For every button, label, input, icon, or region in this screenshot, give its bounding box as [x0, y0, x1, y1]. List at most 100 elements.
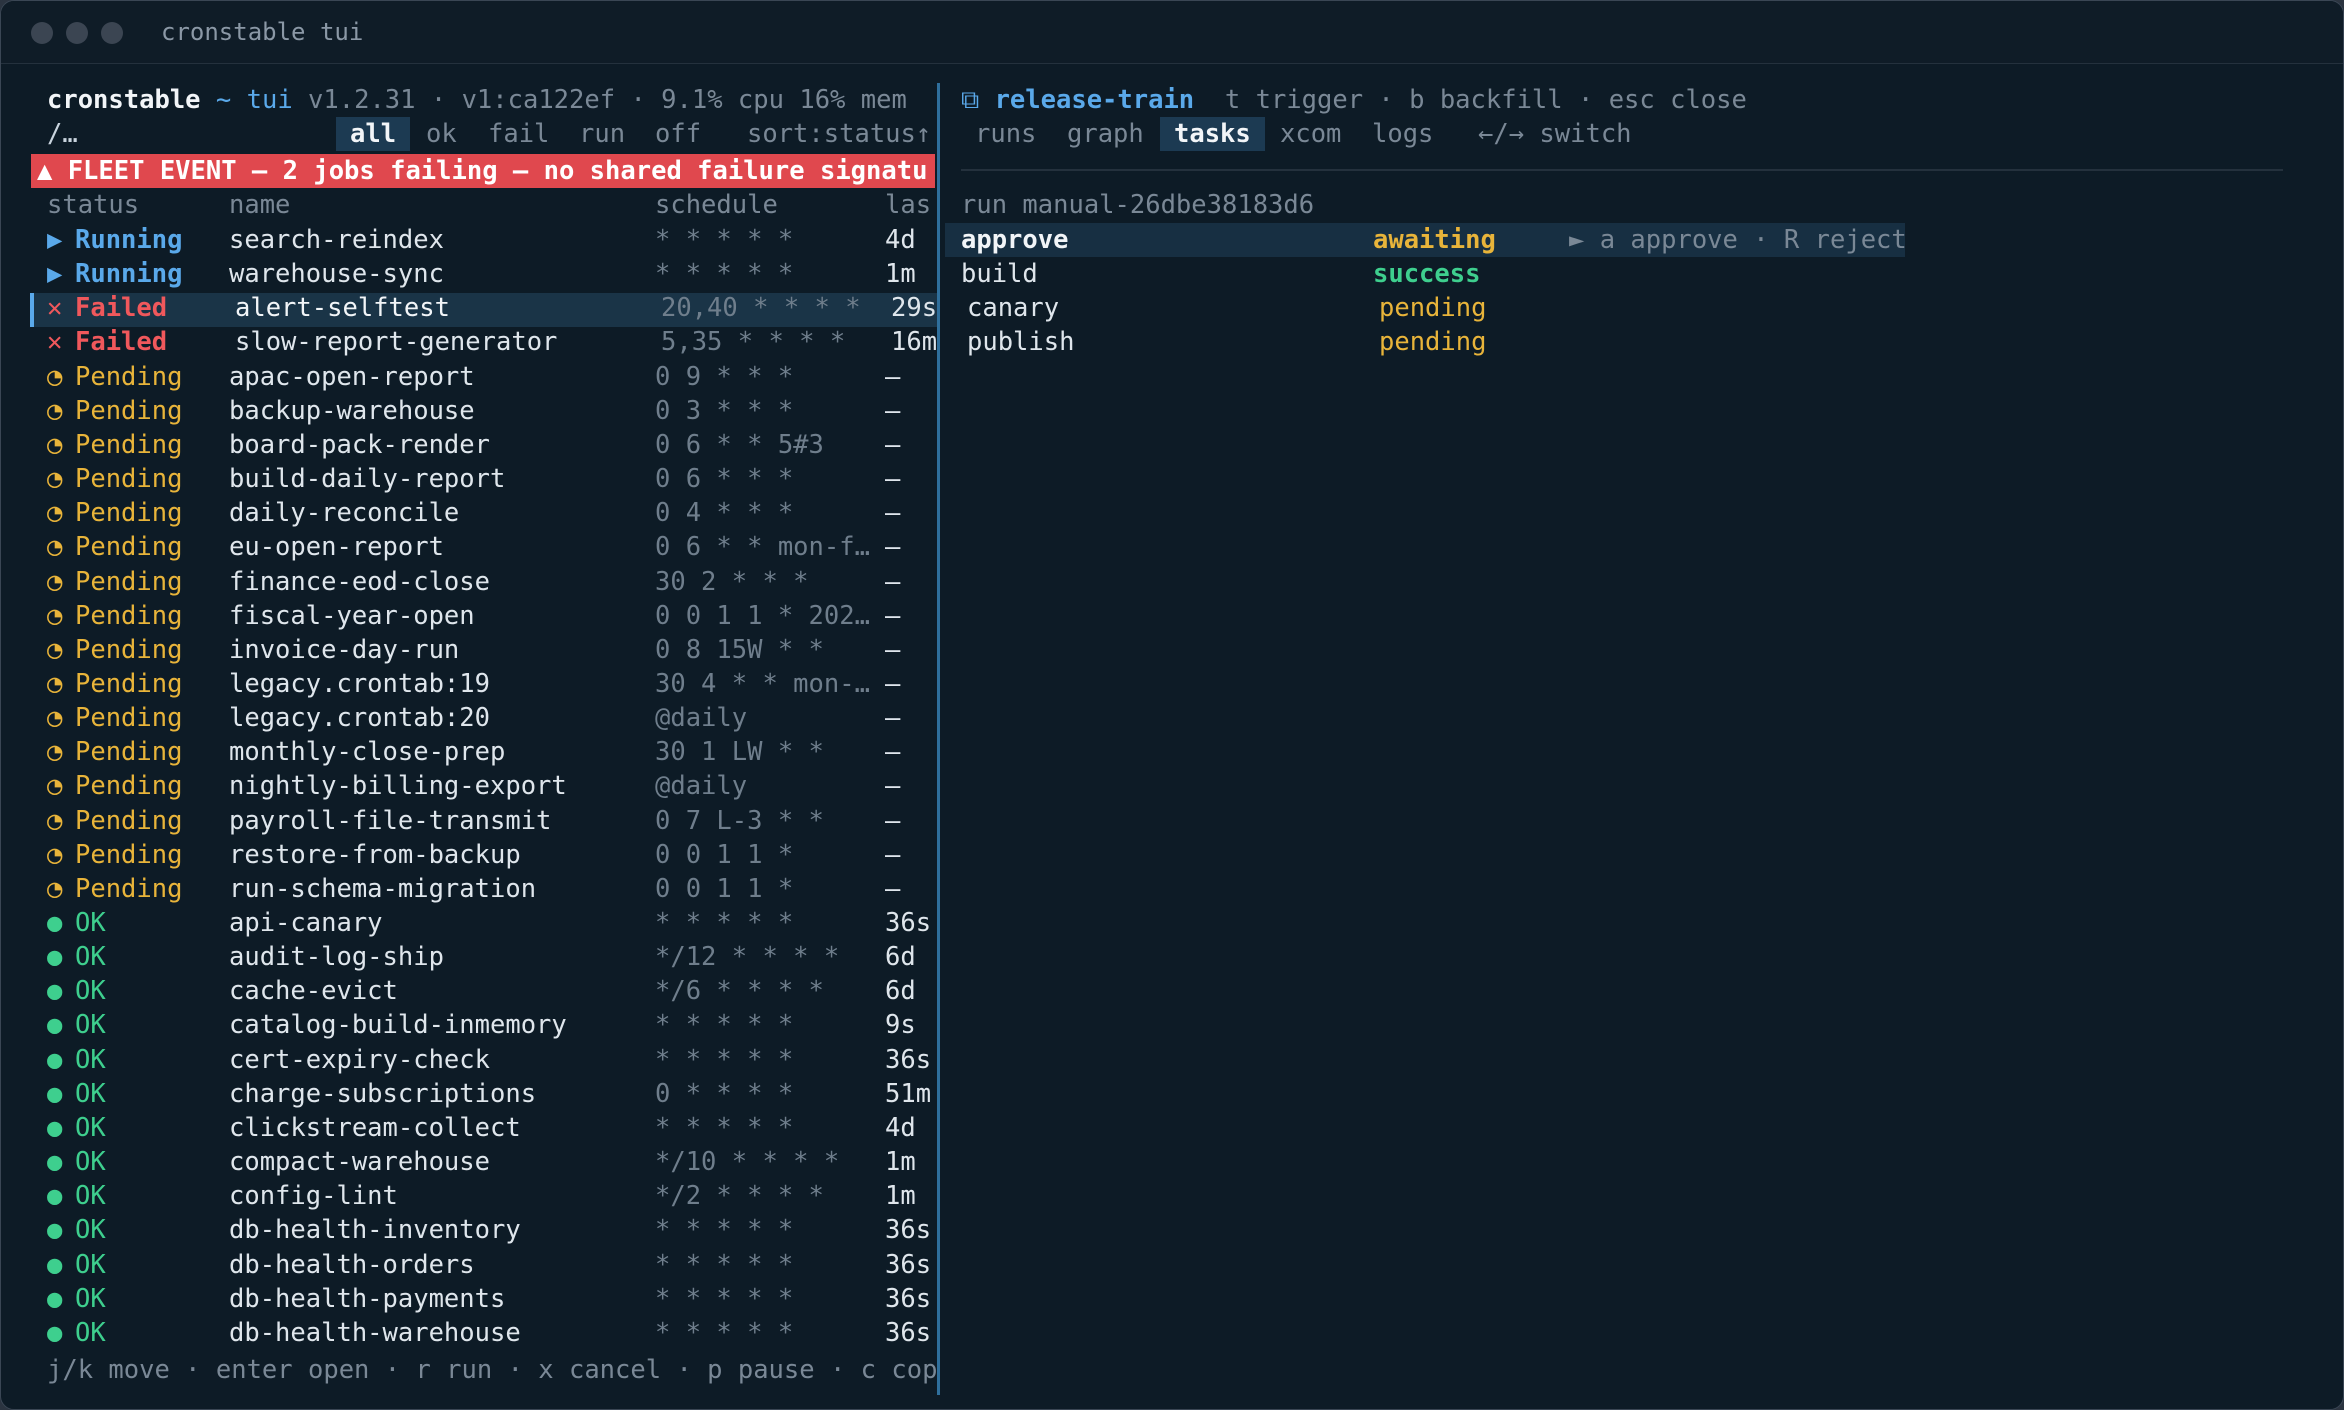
filter-tab-fail[interactable]: fail — [488, 117, 549, 151]
job-name: legacy.crontab:20 — [229, 703, 490, 734]
table-row[interactable]: ▶ Running search-reindex * * * * * 4d — [1, 223, 931, 257]
job-name: warehouse-sync — [229, 259, 444, 290]
detail-tab-tasks[interactable]: tasks — [1160, 117, 1265, 151]
detail-tab-xcom[interactable]: xcom — [1280, 117, 1341, 151]
status-label: OK — [75, 942, 106, 973]
detail-tab-runs[interactable]: runs — [975, 117, 1036, 151]
table-row[interactable]: ◔ Pending payroll-file-transmit 0 7 L-3 * *… — [1, 804, 931, 838]
table-row[interactable]: ◔ Pending legacy.crontab:20 @daily — — [1, 701, 931, 735]
table-row[interactable]: ● OK catalog-build-inmemory * * * * * 9s — [1, 1008, 931, 1042]
table-row[interactable]: ✕ Failed alert-selftest 20,40 * * * * 29s — [1, 291, 937, 325]
app-name: cronstable — [47, 85, 201, 115]
dot-icon: ● — [47, 1215, 63, 1246]
status-cell: ◔ Pending — [47, 804, 182, 838]
job-name: payroll-file-transmit — [229, 805, 552, 836]
detail-keybindings: t trigger · b backfill · esc close — [1224, 85, 1747, 115]
status-label: Pending — [75, 805, 183, 836]
column-header-last[interactable]: las — [885, 188, 931, 222]
table-row[interactable]: ◔ Pending eu-open-report 0 6 * * mon-f… — — [1, 530, 931, 564]
dag-icon: ⧉ — [961, 85, 980, 115]
status-label: Pending — [75, 395, 183, 426]
job-last-run: — — [885, 771, 901, 802]
table-row[interactable]: ● OK db-health-inventory * * * * * 36s — [1, 1213, 931, 1247]
task-approve-name[interactable]: approve — [961, 223, 1068, 257]
table-row[interactable]: ◔ Pending apac-open-report 0 9 * * * — — [1, 360, 931, 394]
job-name: catalog-build-inmemory — [229, 1010, 567, 1041]
table-row[interactable]: ● OK config-lint */2 * * * * 1m — [1, 1179, 931, 1213]
status-cell: ● OK — [47, 940, 106, 974]
table-row[interactable]: ● OK cert-expiry-check * * * * * 36s — [1, 1043, 931, 1077]
table-row[interactable]: ● OK db-health-warehouse * * * * * 36s — [1, 1316, 931, 1350]
job-last-run: — — [885, 498, 901, 529]
table-row[interactable]: ◔ Pending board-pack-render 0 6 * * 5#3 — — [1, 428, 931, 462]
detail-job-name: release-train — [994, 85, 1195, 115]
filter-tab-all[interactable]: all — [336, 117, 411, 151]
table-row[interactable]: ◔ Pending finance-eod-close 30 2 * * * — — [1, 565, 931, 599]
table-row[interactable]: ✕ Failed slow-report-generator 5,35 * * * *… — [1, 325, 937, 359]
status-label: Running — [75, 225, 183, 255]
table-row[interactable]: ● OK charge-subscriptions 0 * * * * 51m — [1, 1077, 931, 1111]
table-row[interactable]: ◔ Pending legacy.crontab:19 30 4 * * mon-… — — [1, 667, 931, 701]
maximize-window-button[interactable] — [101, 22, 123, 44]
task-canary-state: pending — [1379, 293, 1487, 323]
table-row[interactable]: ◔ Pending daily-reconcile 0 4 * * * — — [1, 496, 931, 530]
table-row[interactable]: ◔ Pending restore-from-backup 0 0 1 1 * — — [1, 838, 931, 872]
clock-icon: ◔ — [47, 600, 63, 631]
table-row[interactable]: ● OK db-health-payments * * * * * 36s — [1, 1282, 931, 1316]
table-row[interactable]: ▶ Running warehouse-sync * * * * * 1m — [1, 257, 931, 291]
table-row[interactable]: ● OK db-health-orders * * * * * 36s — [1, 1248, 931, 1282]
table-row[interactable]: ● OK api-canary * * * * * 36s — [1, 906, 931, 940]
table-row[interactable]: ◔ Pending monthly-close-prep 30 1 LW * * — — [1, 735, 931, 769]
status-label: Pending — [75, 600, 183, 631]
table-row[interactable]: ● OK cache-evict */6 * * * * 6d — [1, 974, 931, 1008]
table-row[interactable]: ◔ Pending run-schema-migration 0 0 1 1 * — — [1, 872, 931, 906]
table-row[interactable]: ◔ Pending backup-warehouse 0 3 * * * — — [1, 394, 931, 428]
status-cell: ◔ Pending — [47, 735, 182, 769]
dot-icon: ● — [47, 1112, 63, 1143]
column-header-schedule[interactable]: schedule — [655, 188, 778, 222]
task-canary-name[interactable]: canary — [967, 291, 1059, 325]
minimize-window-button[interactable] — [66, 22, 88, 44]
table-row[interactable]: ◔ Pending fiscal-year-open 0 0 1 1 * 202… — — [1, 599, 931, 633]
pane-divider[interactable] — [937, 83, 940, 1395]
status-cell: ● OK — [47, 1213, 106, 1247]
filter-tab-off[interactable]: off — [655, 117, 701, 151]
table-row[interactable]: ● OK compact-warehouse */10 * * * * 1m — [1, 1145, 931, 1179]
job-name: eu-open-report — [229, 532, 444, 563]
detail-header-rule — [961, 169, 2283, 171]
column-header-status[interactable]: status — [47, 188, 139, 222]
status-label: OK — [75, 1044, 106, 1075]
clock-icon: ◔ — [47, 464, 63, 495]
task-build-name[interactable]: build — [961, 257, 1038, 291]
filter-tab-run[interactable]: run — [579, 117, 625, 151]
job-name: daily-reconcile — [229, 498, 460, 529]
filter-tab-ok[interactable]: ok — [426, 117, 457, 151]
task-approve-actions[interactable]: ► a approve · R reject — [1569, 223, 1907, 257]
job-name: nightly-billing-export — [229, 771, 567, 802]
status-label: OK — [75, 908, 106, 938]
terminal-content: cronstable ~ tui v1.2.31 · v1:ca122ef · … — [1, 63, 2343, 1409]
detail-tab-logs[interactable]: logs — [1372, 117, 1433, 151]
job-last-run: 16m — [891, 327, 938, 358]
table-row[interactable]: ◔ Pending build-daily-report 0 6 * * * — — [1, 462, 931, 496]
job-last-run: 6d — [885, 976, 916, 1007]
job-schedule: @daily — [655, 703, 748, 734]
job-schedule: * * * * * — [655, 1010, 794, 1041]
play-icon: ▶ — [47, 225, 63, 255]
task-publish-name[interactable]: publish — [967, 325, 1074, 359]
filter-prompt[interactable]: /… — [47, 117, 78, 151]
close-window-button[interactable] — [31, 22, 53, 44]
job-schedule: 30 2 * * * — [655, 566, 809, 597]
table-row[interactable]: ● OK audit-log-ship */12 * * * * 6d — [1, 940, 931, 974]
job-name: cert-expiry-check — [229, 1044, 490, 1075]
detail-tab-graph[interactable]: graph — [1067, 117, 1144, 151]
column-header-name[interactable]: name — [229, 188, 290, 222]
clock-icon: ◔ — [47, 805, 63, 836]
table-row[interactable]: ◔ Pending nightly-billing-export @daily — — [1, 769, 931, 803]
sort-indicator[interactable]: sort:status↑ — [747, 117, 931, 151]
table-row[interactable]: ● OK clickstream-collect * * * * * 4d — [1, 1111, 931, 1145]
table-row[interactable]: ◔ Pending invoice-day-run 0 8 15W * * — — [1, 633, 931, 667]
clock-icon: ◔ — [47, 566, 63, 597]
status-label: Pending — [75, 464, 183, 495]
clock-icon: ◔ — [47, 634, 63, 665]
